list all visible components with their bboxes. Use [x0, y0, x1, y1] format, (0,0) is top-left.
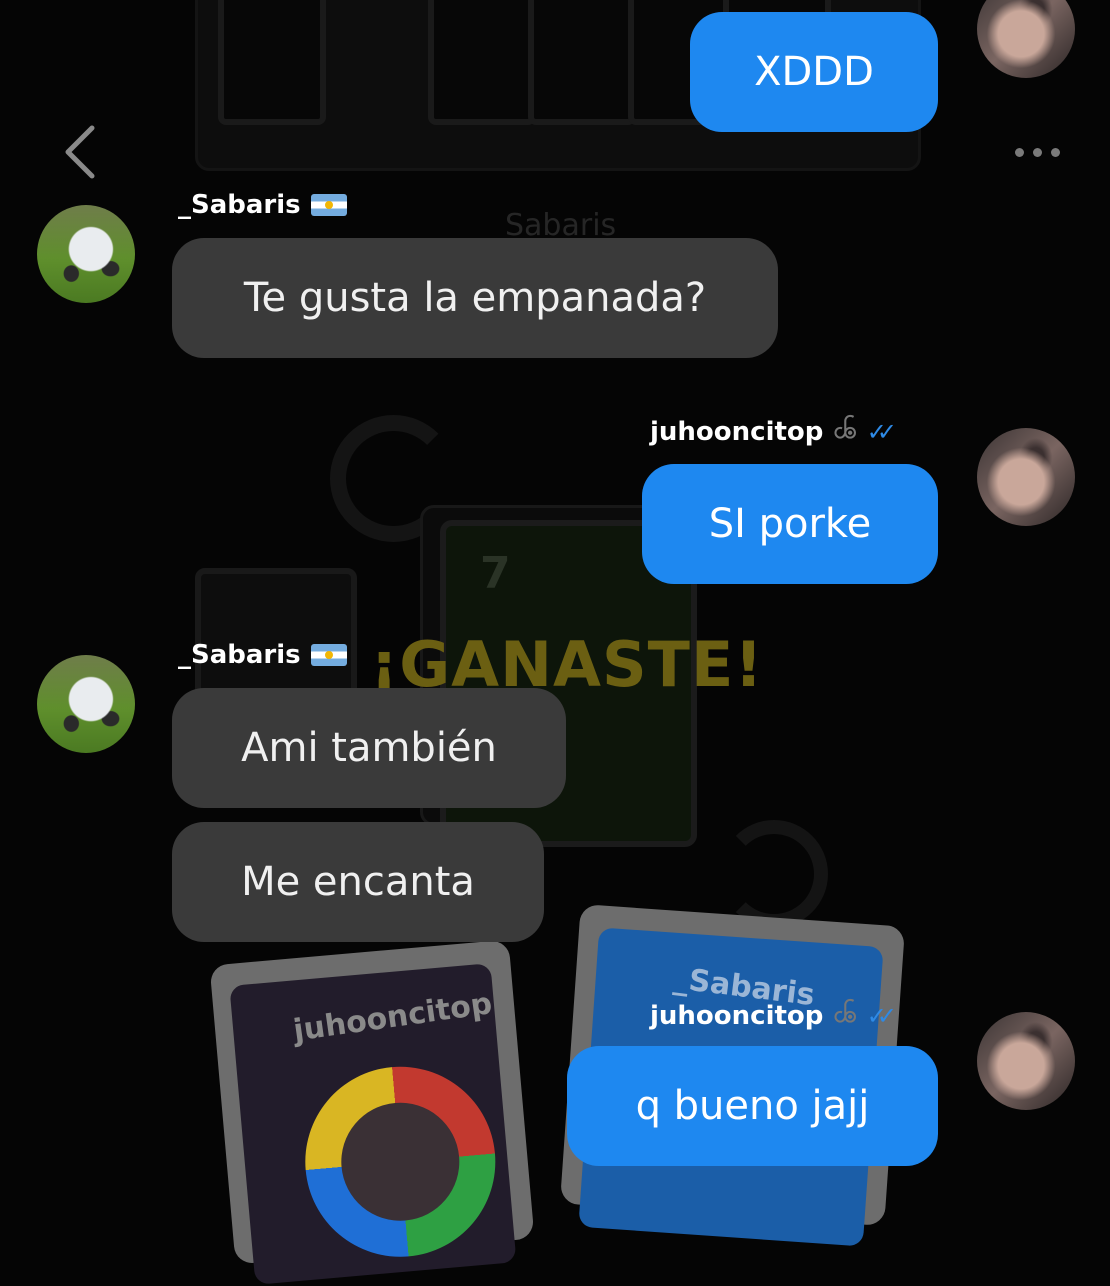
sender-name-text: juhooncitop: [650, 1001, 824, 1031]
message-bubble-outgoing[interactable]: XDDD: [690, 12, 938, 132]
user-badge-icon: ꧾ: [833, 416, 857, 444]
bg-player-card-name: juhooncitop: [291, 986, 495, 1049]
my-avatar[interactable]: [977, 1012, 1075, 1110]
game-background: Sabaris 7 juhooncitop _Sabaris ¡GANASTE!: [0, 0, 1110, 1285]
color-wheel: [297, 1058, 504, 1265]
sender-name-text: juhooncitop: [650, 417, 824, 447]
sender-name[interactable]: _Sabaris: [178, 640, 347, 670]
bg-card-slot: [428, 0, 536, 125]
back-button[interactable]: [40, 112, 120, 192]
message-bubble-incoming[interactable]: Te gusta la empanada?: [172, 238, 778, 358]
bg-player-card: juhooncitop: [209, 939, 535, 1285]
message-bubble-incoming[interactable]: Ami también: [172, 688, 566, 808]
message-bubble-outgoing[interactable]: q bueno jajj: [567, 1046, 938, 1166]
my-avatar[interactable]: [977, 428, 1075, 526]
read-receipt-icon: ✓✓: [866, 1002, 897, 1030]
message-bubble-outgoing[interactable]: SI porke: [642, 464, 938, 584]
sender-name[interactable]: juhooncitop ꧾ ✓✓: [650, 414, 897, 450]
bg-card-slot: [218, 0, 326, 125]
read-receipt-icon: ✓✓: [866, 418, 897, 446]
argentina-flag-icon: [310, 194, 347, 216]
user-badge-icon: ꧾ: [833, 1000, 857, 1028]
bg-card-number: 7: [480, 548, 511, 599]
bg-direction-arrow: [720, 820, 828, 928]
more-options-button[interactable]: [990, 110, 1085, 195]
sender-name[interactable]: _Sabaris: [178, 190, 347, 220]
contact-avatar[interactable]: [37, 205, 135, 303]
sender-name[interactable]: juhooncitop ꧾ ✓✓: [650, 998, 897, 1034]
sender-name-text: _Sabaris: [178, 640, 301, 670]
contact-avatar[interactable]: [37, 655, 135, 753]
more-dots-icon: [1015, 148, 1060, 157]
chevron-left-icon: [65, 125, 95, 179]
sender-name-text: _Sabaris: [178, 190, 301, 220]
bg-card-slot: [528, 0, 636, 125]
message-bubble-incoming[interactable]: Me encanta: [172, 822, 544, 942]
argentina-flag-icon: [310, 644, 347, 666]
